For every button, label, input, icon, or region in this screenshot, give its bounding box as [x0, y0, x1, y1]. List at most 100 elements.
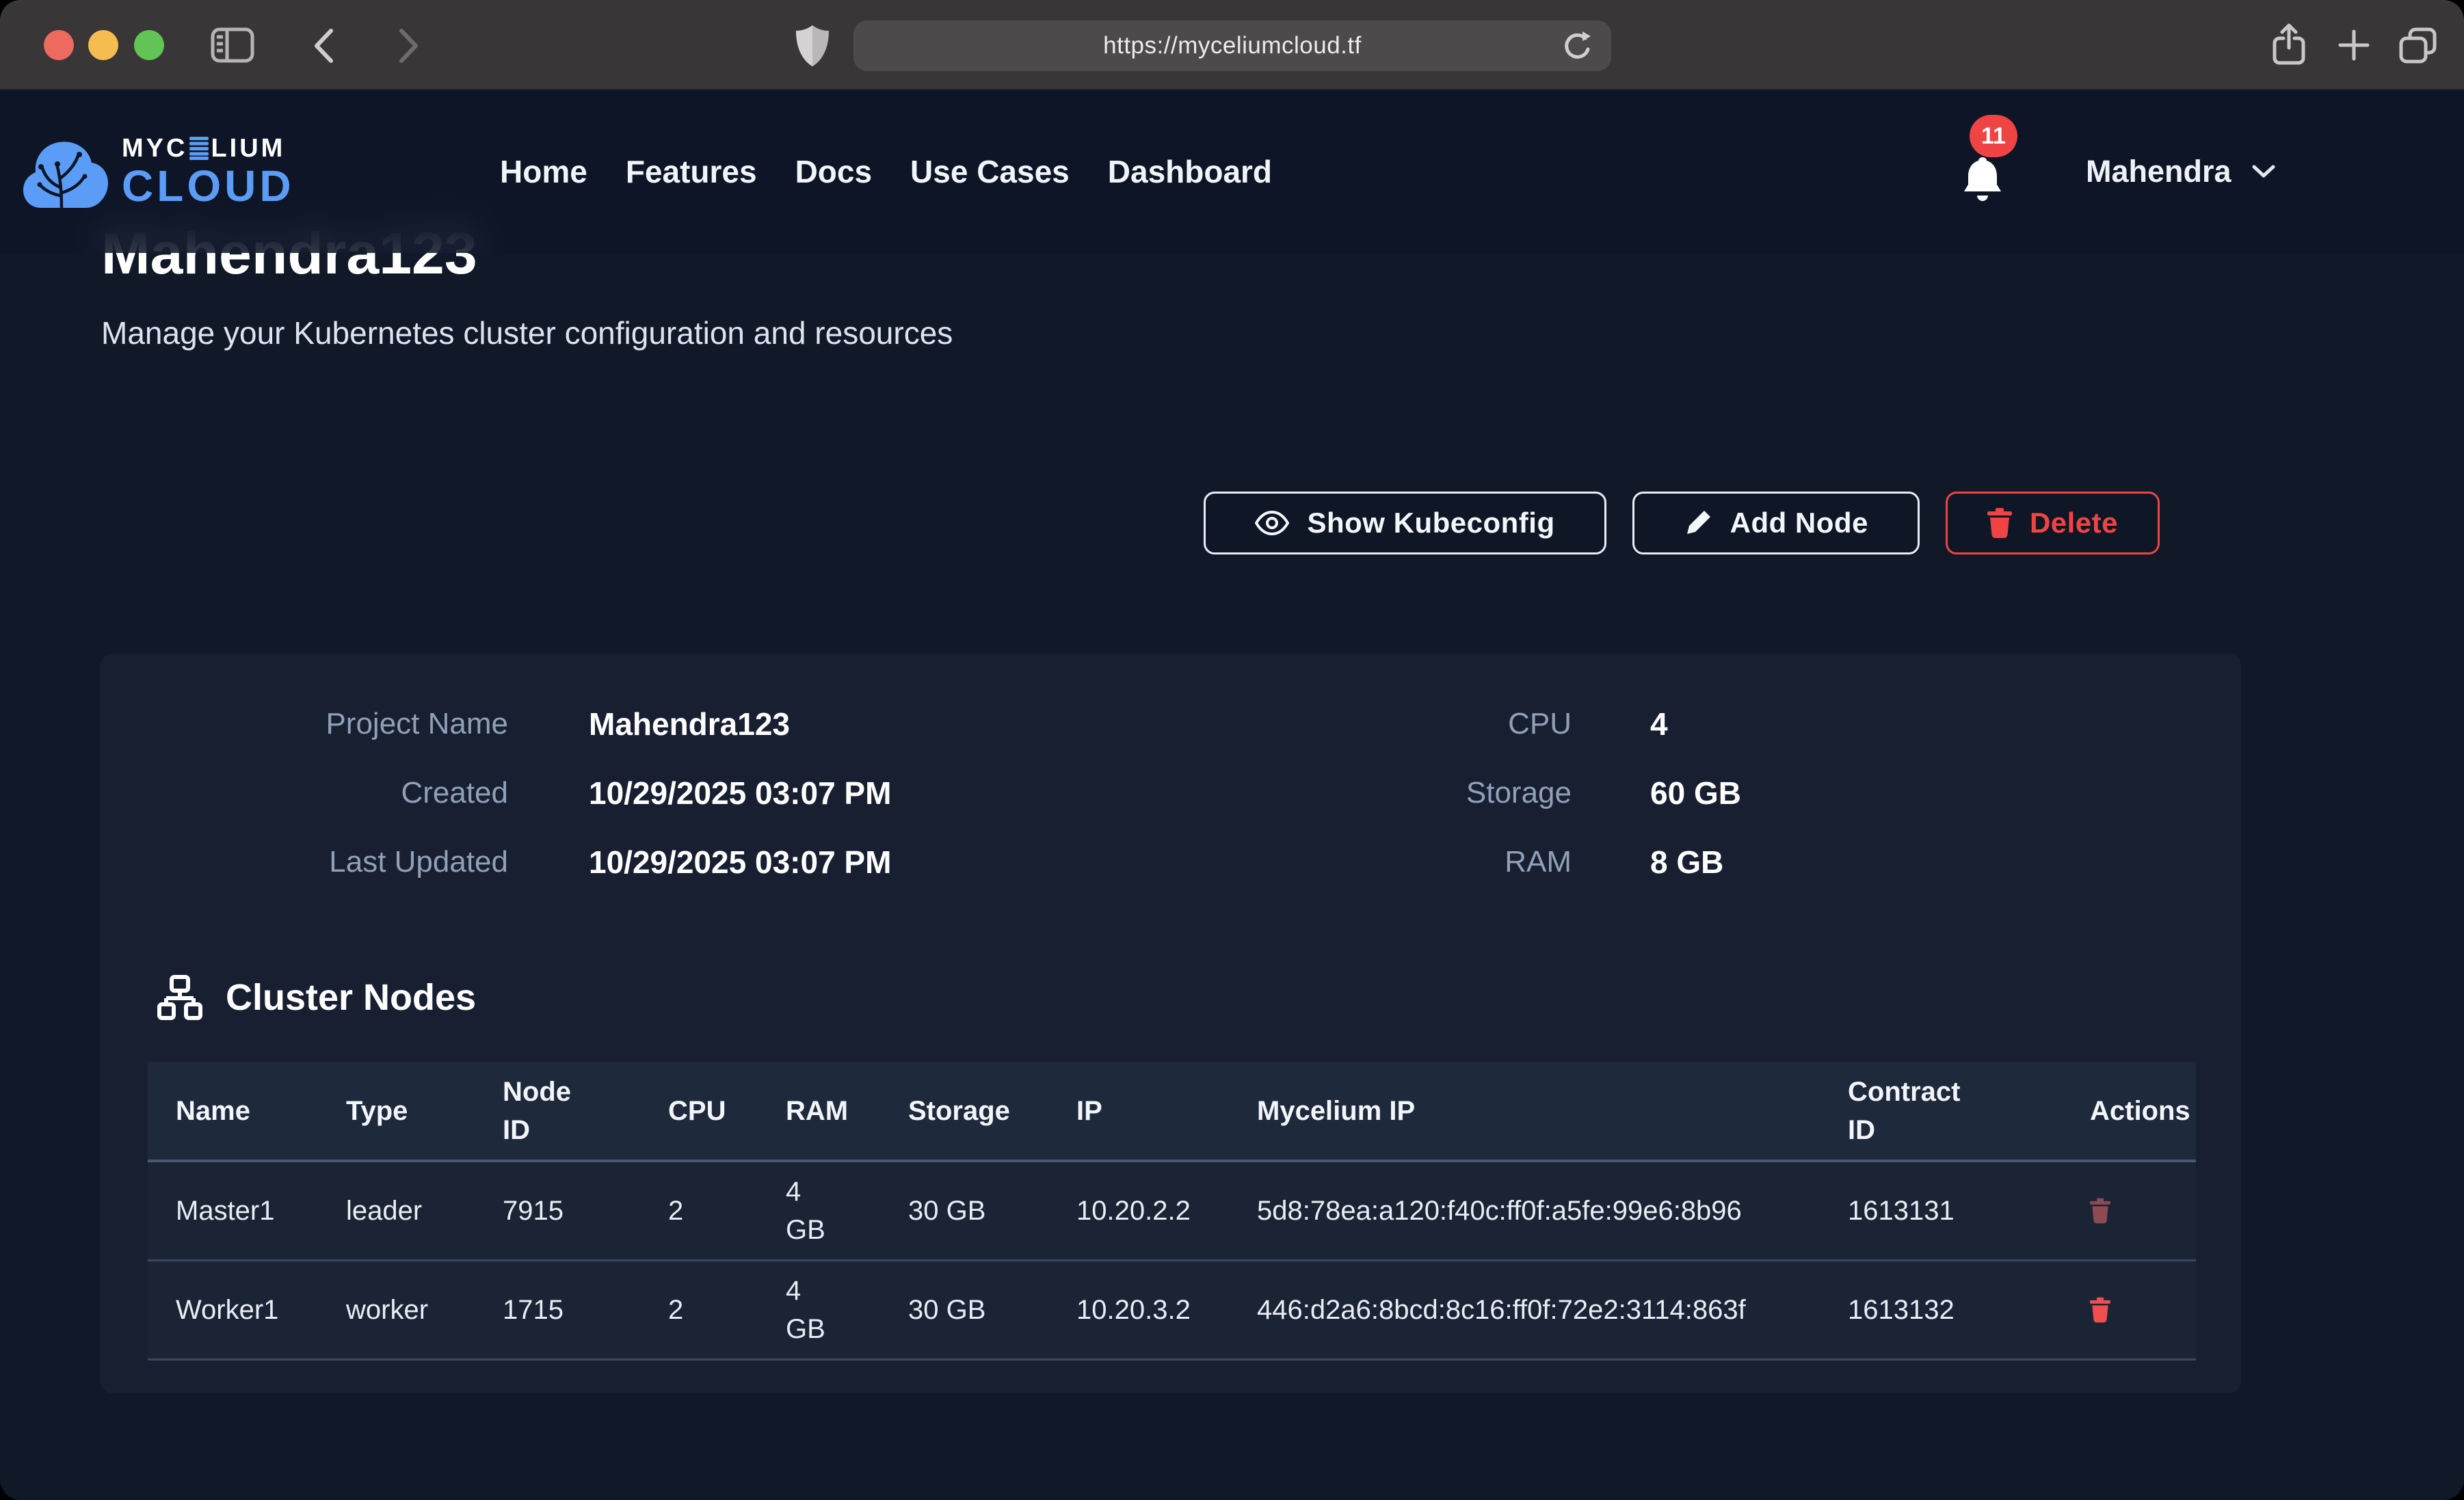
cell-ip: 10.20.3.2: [1076, 1261, 1257, 1358]
detail-value: 10/29/2025 03:07 PM: [589, 844, 891, 881]
detail-value: 4: [1650, 706, 1668, 742]
cell-node-id: 1715: [503, 1261, 668, 1358]
cell-ram: 4 GB: [786, 1162, 908, 1259]
sidebar-toggle-icon[interactable]: [211, 27, 254, 63]
cluster-details-card: Project Name Mahendra123 Created 10/29/2…: [101, 654, 2241, 1393]
reload-icon[interactable]: [1561, 30, 1592, 64]
cell-cpu: 2: [668, 1261, 786, 1358]
privacy-shield-icon[interactable]: [795, 25, 830, 67]
cell-actions: [2058, 1261, 2196, 1358]
details-right-column: CPU 4 Storage 60 GB RAM 8 GB: [1263, 689, 1741, 896]
eye-icon: [1255, 511, 1289, 535]
detail-value: 8 GB: [1650, 844, 1723, 881]
cell-ip: 10.20.2.2: [1076, 1162, 1257, 1259]
tab-overview-icon[interactable]: [2399, 27, 2437, 64]
back-icon[interactable]: [311, 27, 336, 64]
detail-label: RAM: [1263, 845, 1572, 879]
detail-project-name: Project Name Mahendra123: [200, 689, 891, 758]
trash-icon: [2090, 1297, 2110, 1323]
brand-text: MYC LIUM CLOUD: [122, 135, 295, 208]
cell-name: Master1: [148, 1162, 346, 1259]
zoom-window-button[interactable]: [134, 30, 164, 60]
share-icon[interactable]: [2272, 23, 2306, 66]
col-ip: IP: [1076, 1062, 1257, 1160]
delete-node-button[interactable]: [2090, 1297, 2110, 1323]
add-node-label: Add Node: [1730, 507, 1868, 539]
nav-link-features[interactable]: Features: [626, 153, 757, 190]
cell-mycelium-ip: 5d8:78ea:a120:f40c:ff0f:a5fe:99e6:8b96: [1257, 1162, 1848, 1259]
nav-links: Home Features Docs Use Cases Dashboard: [500, 90, 1272, 253]
site-navbar: MYC LIUM CLOUD: [0, 90, 2464, 253]
show-kubeconfig-label: Show Kubeconfig: [1307, 507, 1554, 539]
cloud-logo-icon: [21, 129, 111, 215]
cell-type: worker: [346, 1261, 503, 1358]
delete-node-button[interactable]: [2090, 1198, 2110, 1224]
brand-word-cloud: CLOUD: [122, 164, 295, 208]
detail-last-updated: Last Updated 10/29/2025 03:07 PM: [200, 827, 891, 896]
col-actions: Actions: [2058, 1062, 2196, 1160]
notification-badge: 11: [1970, 115, 2017, 157]
pencil-icon: [1684, 509, 1712, 537]
table-header-row: Name Type Node ID CPU RAM Storage IP Myc…: [148, 1062, 2196, 1162]
col-ram: RAM: [786, 1062, 908, 1160]
table-row-worker1: Worker1 worker 1715 2 4 GB 30 GB 10.20.3…: [148, 1261, 2196, 1361]
browser-window: https://myceliumcloud.tf: [0, 0, 2464, 1500]
page-viewport: Mahendra123 Manage your Kubernetes clust…: [0, 90, 2464, 1500]
delete-cluster-button[interactable]: Delete: [1946, 492, 2160, 554]
nav-link-dashboard[interactable]: Dashboard: [1108, 153, 1272, 190]
url-text: https://myceliumcloud.tf: [1103, 32, 1362, 59]
nav-link-docs[interactable]: Docs: [795, 153, 872, 190]
new-tab-icon[interactable]: [2337, 29, 2370, 62]
trash-icon: [2090, 1198, 2110, 1224]
cell-type: leader: [346, 1162, 503, 1259]
notifications-button[interactable]: 11: [1961, 156, 2009, 215]
col-mycelium-ip: Mycelium IP: [1257, 1062, 1848, 1160]
cell-name: Worker1: [148, 1261, 346, 1358]
cluster-toolbar: Show Kubeconfig Add Node: [1204, 492, 2160, 554]
col-type: Type: [346, 1062, 503, 1160]
add-node-button[interactable]: Add Node: [1632, 492, 1920, 554]
col-node-id: Node ID: [503, 1062, 668, 1160]
detail-label: Project Name: [200, 707, 508, 741]
details-left-column: Project Name Mahendra123 Created 10/29/2…: [200, 689, 891, 896]
cell-storage: 30 GB: [908, 1261, 1076, 1358]
cell-actions: [2058, 1162, 2196, 1259]
detail-ram: RAM 8 GB: [1263, 827, 1741, 896]
detail-label: Created: [200, 776, 508, 810]
detail-label: CPU: [1263, 707, 1572, 741]
cell-contract-id: 1613131: [1848, 1162, 2058, 1259]
browser-titlebar: https://myceliumcloud.tf: [0, 0, 2464, 90]
show-kubeconfig-button[interactable]: Show Kubeconfig: [1204, 492, 1606, 554]
nav-link-home[interactable]: Home: [500, 153, 587, 190]
close-window-button[interactable]: [44, 30, 74, 60]
delete-label: Delete: [2030, 507, 2118, 539]
cell-ram: 4 GB: [786, 1261, 908, 1358]
nav-link-use-cases[interactable]: Use Cases: [910, 153, 1070, 190]
col-storage: Storage: [908, 1062, 1076, 1160]
detail-cpu: CPU 4: [1263, 689, 1741, 758]
network-nodes-icon: [157, 975, 202, 1020]
detail-label: Storage: [1263, 776, 1572, 810]
brand-logo[interactable]: MYC LIUM CLOUD: [21, 90, 295, 253]
chevron-down-icon: [2251, 163, 2277, 180]
detail-storage: Storage 60 GB: [1263, 758, 1741, 827]
table-row-master1: Master1 leader 7915 2 4 GB 30 GB 10.20.2…: [148, 1162, 2196, 1261]
brand-word-mycelium: MYC LIUM: [122, 135, 295, 161]
minimize-window-button[interactable]: [88, 30, 118, 60]
detail-label: Last Updated: [200, 845, 508, 879]
cluster-nodes-title: Cluster Nodes: [226, 976, 476, 1019]
forward-icon[interactable]: [397, 27, 421, 64]
cluster-nodes-table: Name Type Node ID CPU RAM Storage IP Myc…: [148, 1062, 2196, 1361]
trash-icon: [1987, 508, 2012, 538]
bell-icon: [1961, 156, 2009, 201]
cell-node-id: 7915: [503, 1162, 668, 1259]
cell-storage: 30 GB: [908, 1162, 1076, 1259]
user-name: Mahendra: [2086, 154, 2231, 189]
detail-created: Created 10/29/2025 03:07 PM: [200, 758, 891, 827]
cell-contract-id: 1613132: [1848, 1261, 2058, 1358]
user-menu[interactable]: Mahendra: [2086, 90, 2277, 253]
col-contract-id: Contract ID: [1848, 1062, 2058, 1160]
col-cpu: CPU: [668, 1062, 786, 1160]
address-bar[interactable]: https://myceliumcloud.tf: [853, 21, 1611, 71]
detail-value: 10/29/2025 03:07 PM: [589, 775, 891, 812]
